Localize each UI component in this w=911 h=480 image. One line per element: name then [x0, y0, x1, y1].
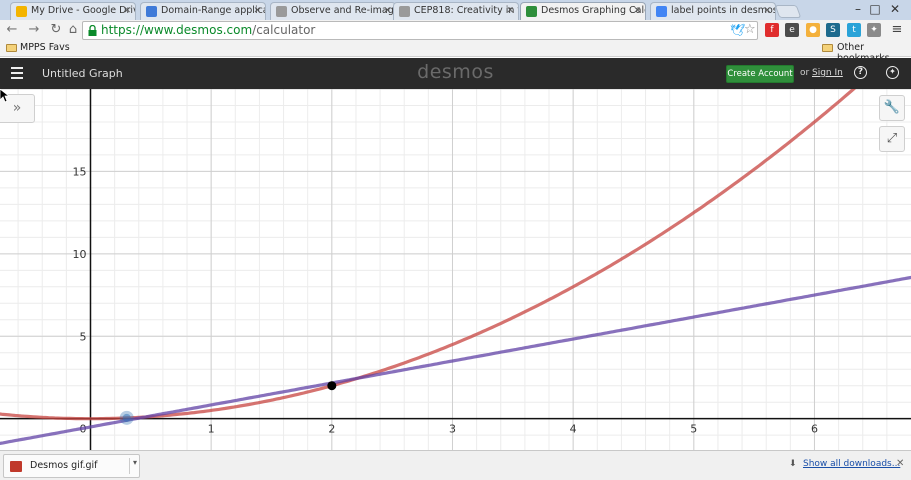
zoom-fit-icon[interactable]: ⤢: [879, 126, 905, 152]
forward-icon[interactable]: →: [26, 22, 42, 38]
wrench-settings-icon[interactable]: 🔧: [879, 95, 905, 121]
browser-tab[interactable]: Desmos Graphing Calcul✕: [520, 2, 646, 20]
url-text: https://www.desmos.com/calculator: [101, 22, 315, 39]
google-drive-icon: [16, 6, 27, 17]
graph-title[interactable]: Untitled Graph: [42, 67, 123, 80]
y-tick-label: 5: [79, 330, 86, 343]
close-tab-icon[interactable]: ✕: [123, 3, 131, 19]
graph-paper[interactable]: 1 2 3 4 5 6 5 10 15 0 » 🔧 ⤢: [0, 89, 911, 450]
url-host: www.desmos.com: [144, 23, 253, 37]
puzzle-extension-icon[interactable]: ✦: [867, 23, 881, 37]
download-shelf: Desmos gif.gif ▾ ⬇ Show all downloads...…: [0, 450, 911, 480]
twitter-bird-icon[interactable]: 🕊: [730, 23, 745, 37]
close-window-icon[interactable]: ✕: [886, 2, 904, 16]
minimize-icon[interactable]: –: [849, 2, 867, 16]
intersection-point: [327, 381, 337, 391]
new-tab-button[interactable]: [774, 5, 802, 18]
browser-tab[interactable]: Domain-Range applicatio✕: [140, 2, 266, 20]
chevron-down-icon[interactable]: ▾: [129, 458, 137, 474]
close-shelf-icon[interactable]: ✕: [896, 458, 904, 469]
graph-canvas[interactable]: 1 2 3 4 5 6510150: [0, 89, 911, 450]
back-icon[interactable]: ←: [4, 22, 20, 38]
bookmarks-bar: MPPS Favs Other bookmarks: [0, 41, 911, 64]
url-path: /calculator: [252, 23, 316, 37]
close-tab-icon[interactable]: ✕: [763, 3, 771, 19]
image-file-icon: [10, 461, 22, 472]
tab-title: Observe and Re-imagine: [291, 5, 395, 16]
tab-title: label points in desmos -: [671, 5, 776, 16]
home-icon[interactable]: ⌂: [65, 22, 81, 38]
folder-icon: [6, 44, 17, 52]
browser-tab[interactable]: label points in desmos - ✕: [650, 2, 776, 20]
y-tick-label: 10: [72, 248, 86, 261]
extension-icon[interactable]: ●: [806, 23, 820, 37]
create-account-button[interactable]: Create Account: [726, 65, 794, 83]
url-scheme: https://: [101, 23, 145, 37]
x-tick-label: 3: [449, 423, 456, 436]
tab-title: My Drive - Google Drive: [31, 5, 136, 16]
browser-toolbar: ← → ↻ ⌂ https://www.desmos.com/calculato…: [0, 20, 911, 41]
browser-tab[interactable]: CEP818: Creativity in tea✕: [393, 2, 519, 20]
hamburger-menu-icon[interactable]: [11, 67, 23, 79]
download-item[interactable]: Desmos gif.gif ▾: [3, 454, 140, 478]
browser-tab[interactable]: Observe and Re-imagine✕: [270, 2, 396, 20]
bookmark-folder-mpps-favs[interactable]: MPPS Favs: [20, 42, 70, 53]
tab-title: CEP818: Creativity in tea: [414, 5, 518, 16]
page-icon: [276, 6, 287, 17]
movable-point: [122, 413, 131, 422]
lock-icon: [88, 25, 97, 36]
x-tick-label: 1: [208, 423, 215, 436]
x-tick-label: 2: [328, 423, 335, 436]
browser-tab[interactable]: My Drive - Google Drive ✕: [10, 2, 136, 20]
x-tick-label: 4: [570, 423, 577, 436]
reload-icon[interactable]: ↻: [48, 22, 64, 38]
close-tab-icon[interactable]: ✕: [383, 3, 391, 19]
download-filename: Desmos gif.gif: [30, 460, 98, 471]
show-all-downloads-link[interactable]: Show all downloads...: [803, 459, 900, 469]
download-arrow-icon: ⬇: [789, 459, 797, 469]
desmos-header: Untitled Graph desmos Create Account or …: [0, 58, 911, 89]
address-bar[interactable]: https://www.desmos.com/calculator 🕊 ☆: [82, 21, 758, 40]
close-tab-icon[interactable]: ✕: [633, 3, 641, 19]
sign-in-link[interactable]: Sign In: [812, 68, 843, 78]
google-docs-icon: [146, 6, 157, 17]
browser-tab-strip: My Drive - Google Drive ✕ Domain-Range app…: [0, 0, 911, 20]
mouse-cursor-icon: [0, 89, 10, 103]
desmos-icon: [526, 6, 537, 17]
maximize-icon[interactable]: □: [866, 2, 884, 16]
or-text: or: [800, 68, 810, 78]
evernote-icon[interactable]: e: [785, 23, 799, 37]
close-tab-icon[interactable]: ✕: [253, 3, 261, 19]
tab-title: Domain-Range applicatio: [161, 5, 265, 16]
x-tick-label: 6: [811, 423, 818, 436]
globe-icon[interactable]: ✦: [886, 66, 899, 79]
page-icon: [399, 6, 410, 17]
x-tick-label: 5: [690, 423, 697, 436]
help-icon[interactable]: ?: [854, 66, 867, 79]
close-tab-icon[interactable]: ✕: [506, 3, 514, 19]
folder-icon: [822, 44, 833, 52]
bookmark-star-icon[interactable]: ☆: [744, 22, 756, 37]
s-extension-icon[interactable]: S: [826, 23, 840, 37]
tab-title: Desmos Graphing Calcul: [541, 5, 645, 16]
y-tick-label: 15: [72, 165, 86, 178]
twitter-extension-icon[interactable]: t: [847, 23, 861, 37]
chrome-menu-icon[interactable]: ≡: [890, 23, 904, 37]
google-search-icon: [656, 6, 667, 17]
flipboard-icon[interactable]: f: [765, 23, 779, 37]
